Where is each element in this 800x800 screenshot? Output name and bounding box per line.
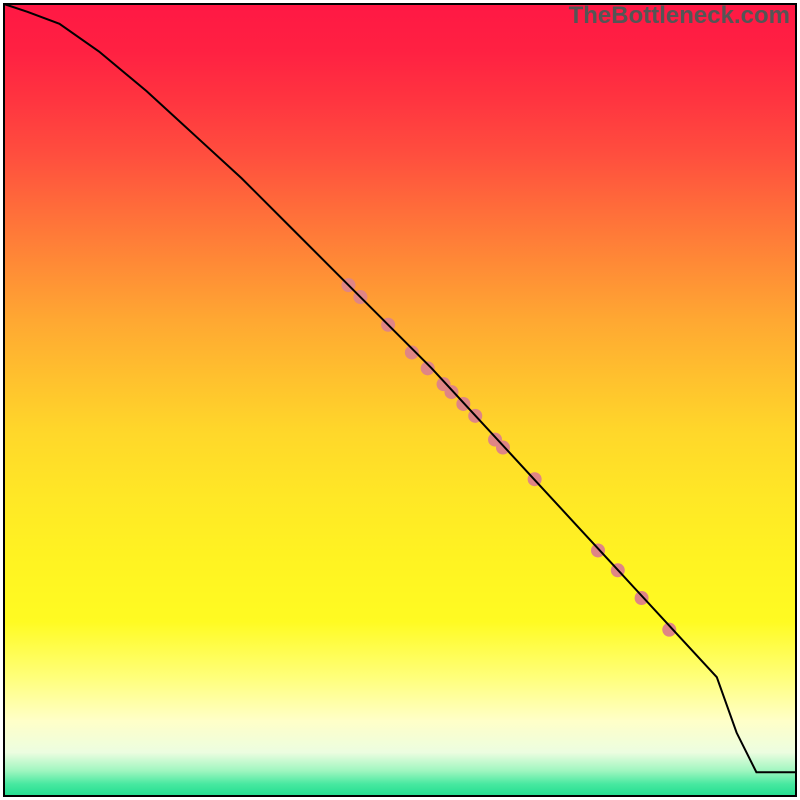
- scatter-point: [496, 441, 510, 455]
- scatter-point: [635, 591, 649, 605]
- scatter-point: [591, 543, 605, 557]
- scatter-point: [444, 385, 458, 399]
- plot-background: [4, 4, 796, 796]
- chart-svg: [0, 0, 800, 800]
- chart-frame: TheBottleneck.com: [0, 0, 800, 800]
